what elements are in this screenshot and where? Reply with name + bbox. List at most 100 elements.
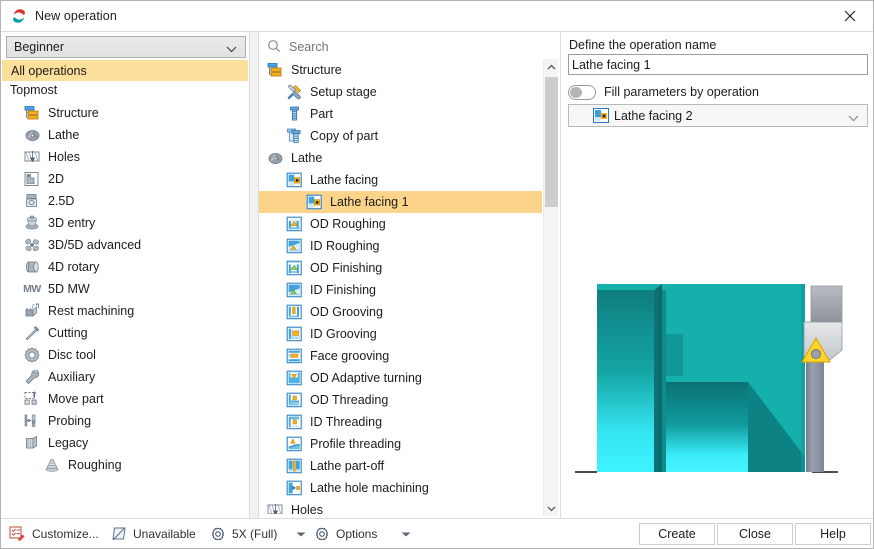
operation-group-label: 3D entry	[48, 216, 96, 230]
tree-item-label: ID Finishing	[310, 283, 376, 297]
customize-button[interactable]: Customize...	[9, 519, 99, 548]
fill-parameters-toggle-row[interactable]: Fill parameters by operation	[568, 82, 759, 102]
tree-item-lathe-hole-machining[interactable]: Lathe hole machining	[259, 477, 542, 499]
id-threading-icon	[285, 414, 303, 431]
fourd-rotary-icon	[23, 259, 41, 276]
operation-group-legacy[interactable]: Legacy	[1, 432, 248, 454]
operation-group-rest-machining[interactable]: Rest machining	[1, 300, 248, 322]
tree-item-label: ID Grooving	[310, 327, 377, 341]
operation-groups-panel: Beginner All operations Topmost Structur…	[1, 32, 250, 518]
operation-group-3d-5d-advanced[interactable]: 3D/5D advanced	[1, 234, 248, 256]
setup-stage-icon	[285, 84, 303, 101]
operation-group-4d-rotary[interactable]: 4D rotary	[1, 256, 248, 278]
search-input[interactable]	[289, 39, 519, 54]
operation-group-auxiliary[interactable]: Auxiliary	[1, 366, 248, 388]
new-operation-dialog: New operation Beginner All operations To…	[0, 0, 874, 549]
tree-item-copy-of-part[interactable]: Copy of part	[259, 125, 542, 147]
structure-icon	[23, 105, 41, 122]
fill-source-operation-select[interactable]: Lathe facing 2	[568, 104, 868, 127]
tree-item-face-grooving[interactable]: Face grooving	[259, 345, 542, 367]
operation-group-structure[interactable]: Structure	[1, 102, 248, 124]
operation-group-cutting[interactable]: Cutting	[1, 322, 248, 344]
tree-item-id-roughing[interactable]: ID Roughing	[259, 235, 542, 257]
operation-group-2-5d[interactable]: 2.5D	[1, 190, 248, 212]
tree-item-structure[interactable]: Structure	[259, 59, 542, 81]
operation-group-roughing[interactable]: Roughing	[1, 454, 248, 476]
tree-item-lathe-facing-1[interactable]: Lathe facing 1	[259, 191, 542, 213]
tree-item-label: Lathe facing 1	[330, 195, 409, 209]
tree-item-label: Lathe	[291, 151, 323, 165]
tree-item-label: Face grooving	[310, 349, 390, 363]
tree-item-od-adaptive-turning[interactable]: OD Adaptive turning	[259, 367, 542, 389]
operation-group-disc-tool[interactable]: Disc tool	[1, 344, 248, 366]
help-button[interactable]: Help	[795, 523, 871, 545]
skill-level-select[interactable]: Beginner	[6, 36, 246, 58]
chevron-down-icon[interactable]	[544, 500, 559, 516]
tree-item-lathe[interactable]: Lathe	[259, 147, 542, 169]
tree-scrollbar[interactable]	[543, 59, 558, 516]
search-row	[259, 35, 559, 58]
operation-group-list: Structure Lathe Holes 2D 2.5D 3D entry 3D/5D a…	[1, 102, 248, 518]
axis-mode-dropdown-arrow[interactable]	[292, 519, 310, 548]
operation-group-label: Cutting	[48, 326, 88, 340]
roughing-icon	[43, 457, 61, 474]
tree-item-id-finishing[interactable]: ID Finishing	[259, 279, 542, 301]
customize-label: Customize...	[32, 527, 99, 541]
tree-item-id-grooving[interactable]: ID Grooving	[259, 323, 542, 345]
customize-icon	[9, 526, 26, 542]
operation-group-5d-mw[interactable]: MW 5D MW	[1, 278, 248, 300]
copy-of-part-icon	[285, 128, 303, 145]
options-button[interactable]: Options	[314, 519, 378, 548]
create-button[interactable]: Create	[639, 523, 715, 545]
tree-item-holes[interactable]: Holes	[259, 499, 542, 514]
tree-item-label: Lathe part-off	[310, 459, 385, 473]
gear-icon	[210, 526, 226, 542]
tree-item-label: Copy of part	[310, 129, 379, 143]
tree-item-od-roughing[interactable]: OD Roughing	[259, 213, 542, 235]
tree-item-part[interactable]: Part	[259, 103, 542, 125]
wrench-icon	[23, 369, 41, 386]
tree-item-od-threading[interactable]: OD Threading	[259, 389, 542, 411]
operation-name-input[interactable]	[568, 54, 868, 75]
operation-group-lathe[interactable]: Lathe	[1, 124, 248, 146]
structure-icon	[266, 62, 284, 79]
all-operations-item[interactable]: All operations	[2, 60, 248, 81]
operation-group-holes[interactable]: Holes	[1, 146, 248, 168]
fill-parameters-toggle[interactable]	[568, 84, 596, 100]
panel-splitter-left[interactable]	[250, 32, 259, 518]
tree-item-setup-stage[interactable]: Setup stage	[259, 81, 542, 103]
od-roughing-icon	[285, 216, 303, 233]
options-label: Options	[336, 527, 378, 541]
title-bar: New operation	[1, 1, 873, 32]
rest-machining-icon	[23, 303, 41, 320]
chevron-up-icon[interactable]	[544, 59, 559, 75]
tree-item-od-finishing[interactable]: OD Finishing	[259, 257, 542, 279]
close-icon[interactable]	[827, 1, 873, 31]
cutting-icon	[23, 325, 41, 342]
axis-mode-button[interactable]: 5X (Full)	[210, 519, 278, 548]
tree-item-lathe-part-off[interactable]: Lathe part-off	[259, 455, 542, 477]
skill-level-value: Beginner	[14, 40, 65, 54]
axis-mode-label: 5X (Full)	[232, 527, 278, 541]
fived-mw-icon: MW	[23, 283, 41, 295]
tree-item-id-threading[interactable]: ID Threading	[259, 411, 542, 433]
tree-item-profile-threading[interactable]: Profile threading	[259, 433, 542, 455]
options-dropdown-arrow[interactable]	[397, 519, 415, 548]
operation-group-probing[interactable]: Probing	[1, 410, 248, 432]
operation-group-move-part[interactable]: Move part	[1, 388, 248, 410]
unavailable-button[interactable]: Unavailable	[111, 519, 196, 548]
operation-group-2d[interactable]: 2D	[1, 168, 248, 190]
tree-item-lathe-facing[interactable]: Lathe facing	[259, 169, 542, 191]
tree-item-label: Part	[310, 107, 333, 121]
lathe-icon	[266, 150, 284, 167]
move-part-icon	[23, 391, 41, 408]
operation-group-label: 2D	[48, 172, 64, 186]
tree-item-od-grooving[interactable]: OD Grooving	[259, 301, 542, 323]
chevron-down-icon	[226, 43, 237, 57]
operation-group-3d-entry[interactable]: 3D entry	[1, 212, 248, 234]
profile-threading-icon	[285, 436, 303, 453]
close-button[interactable]: Close	[717, 523, 793, 545]
lathe-facing-icon	[305, 194, 323, 211]
id-roughing-icon	[285, 238, 303, 255]
tree-scrollbar-thumb[interactable]	[545, 77, 558, 207]
